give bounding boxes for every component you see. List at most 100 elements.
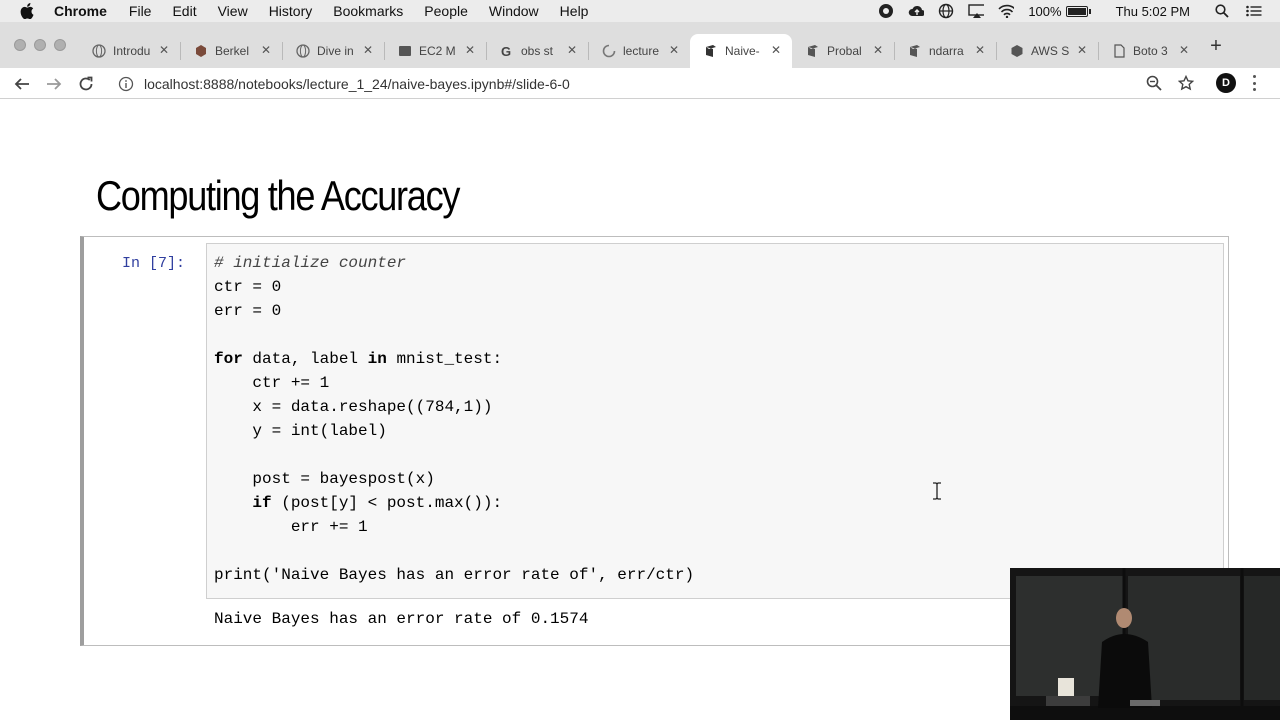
menu-history[interactable]: History	[269, 3, 313, 19]
browser-toolbar: localhost:8888/notebooks/lecture_1_24/na…	[0, 68, 1280, 99]
tab-close-icon[interactable]: ✕	[362, 44, 374, 56]
notebook-icon	[908, 44, 922, 58]
tab-close-icon[interactable]: ✕	[770, 44, 782, 56]
globe-icon[interactable]	[938, 3, 954, 19]
code-line[interactable]: post = bayespost(x)	[214, 467, 434, 491]
menubar-clock[interactable]: Thu 5:02 PM	[1116, 4, 1190, 19]
site-info-icon[interactable]	[118, 76, 134, 92]
notification-center-icon[interactable]	[1246, 3, 1262, 19]
tab-label: Boto 3	[1133, 44, 1168, 58]
tab-probability[interactable]: Probal ✕	[792, 34, 894, 68]
tab-dive-into[interactable]: Dive in ✕	[282, 34, 384, 68]
airplay-icon[interactable]	[968, 3, 985, 19]
code-keyword: if	[252, 494, 272, 512]
spotlight-search-icon[interactable]	[1214, 3, 1230, 19]
battery-percent: 100%	[1028, 3, 1062, 19]
tab-label: Introdu	[113, 44, 151, 58]
code-line[interactable]: print('Naive Bayes has an error rate of'…	[214, 563, 694, 587]
menu-view[interactable]: View	[218, 3, 248, 19]
tab-ec2[interactable]: EC2 M ✕	[384, 34, 486, 68]
code-line[interactable]: err = 0	[214, 299, 281, 323]
tab-label: Berkel	[215, 44, 250, 58]
tab-close-icon[interactable]: ✕	[566, 44, 578, 56]
menu-help[interactable]: Help	[560, 3, 589, 19]
globe-icon	[296, 44, 310, 58]
tab-introduction[interactable]: Introdu ✕	[78, 34, 180, 68]
text-cursor-icon	[933, 482, 941, 500]
code-line[interactable]: err += 1	[214, 515, 368, 539]
code-token: mnist_test:	[386, 350, 503, 368]
tab-label: Probal	[827, 44, 862, 58]
code-line[interactable]: ctr = 0	[214, 275, 281, 299]
reload-icon[interactable]	[76, 74, 96, 94]
profile-avatar[interactable]: D	[1216, 73, 1236, 93]
cloud-upload-icon[interactable]	[908, 3, 925, 19]
tab-aws-s3[interactable]: AWS S ✕	[996, 34, 1098, 68]
tab-close-icon[interactable]: ✕	[974, 44, 986, 56]
battery-fill	[1067, 7, 1086, 15]
address-bar-url[interactable]: localhost:8888/notebooks/lecture_1_24/na…	[144, 76, 570, 92]
code-token: ctr = 0	[214, 278, 282, 296]
menubar-status-area: 100% Thu 5:02 PM	[878, 0, 1280, 22]
menu-people[interactable]: People	[424, 3, 468, 19]
window-zoom-button[interactable]	[54, 39, 66, 51]
new-tab-button[interactable]: +	[1208, 36, 1224, 56]
tab-label: AWS S	[1031, 44, 1070, 58]
battery-icon[interactable]	[1065, 5, 1091, 17]
back-arrow-icon[interactable]	[12, 74, 32, 94]
menu-file[interactable]: File	[129, 3, 152, 19]
tab-close-icon[interactable]: ✕	[158, 44, 170, 56]
zoom-icon[interactable]	[1144, 73, 1164, 93]
creative-cloud-icon[interactable]	[878, 3, 894, 19]
bookmark-star-icon[interactable]	[1176, 73, 1196, 93]
tab-close-icon[interactable]: ✕	[1076, 44, 1088, 56]
macos-menu-bar: Chrome File Edit View History Bookmarks …	[0, 0, 1280, 22]
code-token: err = 0	[214, 302, 282, 320]
forward-arrow-icon[interactable]	[44, 74, 64, 94]
tab-label: lecture	[623, 44, 660, 58]
wifi-icon[interactable]	[998, 3, 1015, 19]
aws-icon	[1010, 44, 1024, 58]
code-line[interactable]: # initialize counter	[214, 251, 406, 275]
loading-icon	[602, 44, 616, 58]
tab-close-icon[interactable]: ✕	[1178, 44, 1190, 56]
menu-edit[interactable]: Edit	[172, 3, 196, 19]
code-line[interactable]: ctr += 1	[214, 371, 329, 395]
code-token: data, label	[242, 350, 368, 368]
address-bar[interactable]: localhost:8888/notebooks/lecture_1_24/na…	[112, 70, 1204, 97]
code-line[interactable]: y = int(label)	[214, 419, 386, 443]
menu-bookmarks[interactable]: Bookmarks	[333, 3, 403, 19]
apple-logo-icon[interactable]	[20, 3, 38, 19]
menu-window[interactable]: Window	[489, 3, 539, 19]
tab-boto3[interactable]: Boto 3 ✕	[1098, 34, 1200, 68]
notebook-icon	[806, 44, 820, 58]
tab-berkeley[interactable]: Berkel ✕	[180, 34, 282, 68]
page-icon	[1112, 44, 1126, 58]
code-line[interactable]: x = data.reshape((784,1))	[214, 395, 492, 419]
code-line[interactable]: if (post[y] < post.max()):	[214, 491, 502, 515]
tab-label: Dive in	[317, 44, 354, 58]
code-line[interactable]: for data, label in mnist_test:	[214, 347, 502, 371]
code-token: (post[y] < post.max()):	[271, 494, 503, 512]
window-close-button[interactable]	[14, 39, 26, 51]
notebook-icon	[704, 44, 718, 58]
tab-obs-studio[interactable]: G obs st ✕	[486, 34, 588, 68]
tab-label: ndarra	[929, 44, 964, 58]
globe-icon	[92, 44, 106, 58]
tab-close-icon[interactable]: ✕	[872, 44, 884, 56]
browser-menu-icon[interactable]	[1251, 75, 1257, 91]
browser-tab-strip: Introdu ✕ Berkel ✕ Dive in ✕ EC2 M ✕ G o…	[0, 22, 1280, 68]
tab-lecture[interactable]: lecture ✕	[588, 34, 690, 68]
tab-close-icon[interactable]: ✕	[668, 44, 680, 56]
google-icon: G	[500, 44, 514, 58]
tab-naive-bayes[interactable]: Naive- ✕	[690, 34, 792, 68]
tab-label: Naive-	[725, 44, 760, 58]
aws-icon	[398, 44, 412, 58]
tab-close-icon[interactable]: ✕	[260, 44, 272, 56]
window-minimize-button[interactable]	[34, 39, 46, 51]
tab-label: EC2 M	[419, 44, 456, 58]
tab-ndarray[interactable]: ndarra ✕	[894, 34, 996, 68]
tab-close-icon[interactable]: ✕	[464, 44, 476, 56]
menu-app-name[interactable]: Chrome	[54, 3, 107, 19]
